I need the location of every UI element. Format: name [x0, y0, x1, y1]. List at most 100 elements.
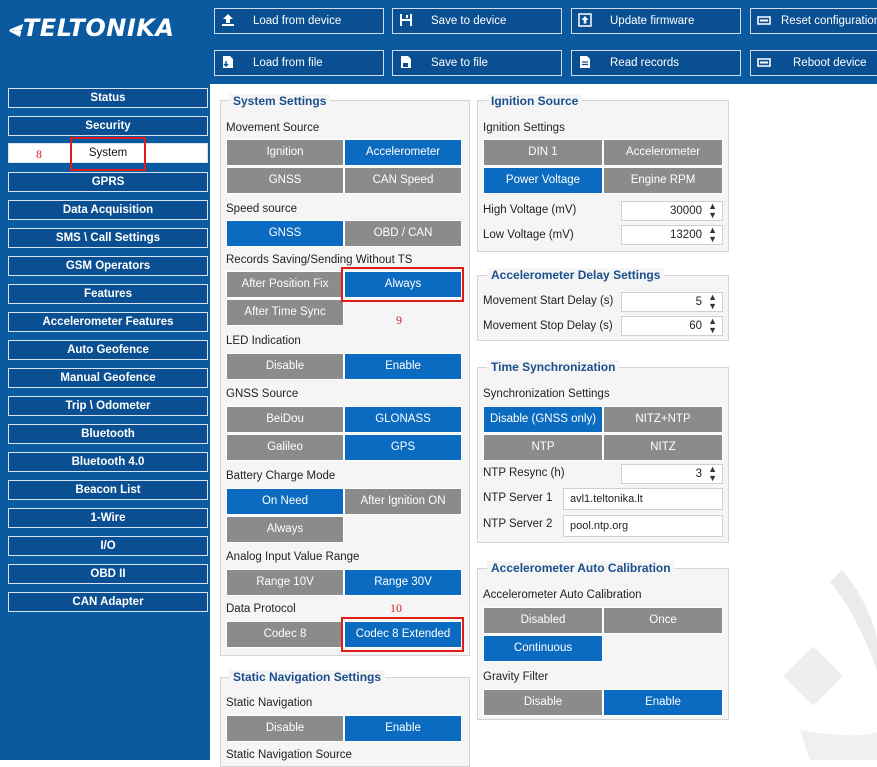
- spin-arrows-icon[interactable]: ▲ ▼: [708, 317, 717, 335]
- reset-icon: [757, 16, 771, 25]
- spin-arrows-icon[interactable]: ▲ ▼: [708, 226, 717, 244]
- protocol-codec-8[interactable]: Codec 8: [226, 621, 344, 648]
- analog-range-30v[interactable]: Range 30V: [344, 569, 462, 596]
- load-from-file-button[interactable]: Load from file: [214, 50, 384, 76]
- movement-start-delay-label: Movement Start Delay (s): [483, 295, 614, 307]
- sidebar-item-status[interactable]: Status: [8, 88, 208, 108]
- sidebar-item-security[interactable]: Security: [8, 116, 208, 136]
- battery-on-need[interactable]: On Need: [226, 488, 344, 515]
- gnss-galileo[interactable]: Galileo: [226, 434, 344, 461]
- movement-source-can-speed[interactable]: CAN Speed: [344, 167, 462, 194]
- load-from-device-label: Load from device: [253, 15, 342, 27]
- sidebar-item-bluetooth[interactable]: Bluetooth: [8, 424, 208, 444]
- calibration-continuous[interactable]: Continuous: [483, 635, 603, 662]
- high-voltage-input[interactable]: 30000 ▲ ▼: [621, 201, 723, 221]
- load-from-device-button[interactable]: Load from device: [214, 8, 384, 34]
- sidebar-item-io[interactable]: I/O: [8, 536, 208, 556]
- movement-source-gnss[interactable]: GNSS: [226, 167, 344, 194]
- annotation-box-system: [70, 137, 146, 171]
- load-from-file-label: Load from file: [253, 57, 323, 69]
- gnss-glonass[interactable]: GLONASS: [344, 406, 462, 433]
- sync-settings-label: Synchronization Settings: [483, 388, 610, 400]
- ntp-server-1-label: NTP Server 1: [483, 492, 553, 504]
- records-saving-label: Records Saving/Sending Without TS: [226, 254, 413, 266]
- analog-range-10v[interactable]: Range 10V: [226, 569, 344, 596]
- sync-disable-gnss-only[interactable]: Disable (GNSS only): [483, 406, 603, 433]
- low-voltage-value: 13200: [670, 229, 702, 241]
- battery-after-ignition-on[interactable]: After Ignition ON: [344, 488, 462, 515]
- spin-arrows-icon[interactable]: ▲ ▼: [708, 202, 717, 220]
- movement-stop-delay-input[interactable]: 60 ▲ ▼: [621, 316, 723, 336]
- file-import-icon: [223, 56, 233, 68]
- sidebar-item-1-wire[interactable]: 1-Wire: [8, 508, 208, 528]
- sidebar-item-features[interactable]: Features: [8, 284, 208, 304]
- sync-ntp[interactable]: NTP: [483, 434, 603, 461]
- led-disable[interactable]: Disable: [226, 353, 344, 380]
- annotation-box-always: [341, 267, 464, 302]
- reboot-device-button[interactable]: Reboot device: [750, 50, 877, 76]
- sidebar-item-data-acquisition[interactable]: Data Acquisition: [8, 200, 208, 220]
- ntp-resync-input[interactable]: 3 ▲ ▼: [621, 464, 723, 484]
- sync-nitz[interactable]: NITZ: [603, 434, 723, 461]
- read-records-button[interactable]: Read records: [571, 50, 741, 76]
- annotation-number-9: 9: [396, 313, 402, 327]
- system-settings-title: System Settings: [229, 94, 331, 108]
- accelerometer-delay-title: Accelerometer Delay Settings: [487, 268, 665, 282]
- ignition-accelerometer[interactable]: Accelerometer: [603, 139, 723, 166]
- sidebar-item-beacon-list[interactable]: Beacon List: [8, 480, 208, 500]
- ignition-engine-rpm[interactable]: Engine RPM: [603, 167, 723, 194]
- led-indication-label: LED Indication: [226, 335, 301, 347]
- sidebar-item-auto-geofence[interactable]: Auto Geofence: [8, 340, 208, 360]
- gnss-beidou[interactable]: BeiDou: [226, 406, 344, 433]
- movement-start-delay-input[interactable]: 5 ▲ ▼: [621, 292, 723, 312]
- save-to-file-button[interactable]: Save to file: [392, 50, 562, 76]
- battery-charge-label: Battery Charge Mode: [226, 470, 336, 482]
- reset-configuration-button[interactable]: Reset configuration: [750, 8, 877, 34]
- sidebar-item-manual-geofence[interactable]: Manual Geofence: [8, 368, 208, 388]
- movement-start-delay-value: 5: [695, 296, 702, 308]
- speed-source-label: Speed source: [226, 203, 297, 215]
- ntp-server-2-input[interactable]: pool.ntp.org: [563, 515, 723, 537]
- spin-arrows-icon[interactable]: ▲ ▼: [708, 465, 717, 483]
- reset-configuration-label: Reset configuration: [781, 15, 877, 27]
- read-records-icon: [580, 56, 590, 68]
- calibration-disabled[interactable]: Disabled: [483, 607, 603, 634]
- sync-nitz-ntp[interactable]: NITZ+NTP: [603, 406, 723, 433]
- ignition-power-voltage[interactable]: Power Voltage: [483, 167, 603, 194]
- ignition-din-1[interactable]: DIN 1: [483, 139, 603, 166]
- sidebar-item-obd-ii[interactable]: OBD II: [8, 564, 208, 584]
- static-navigation-label: Static Navigation: [226, 697, 313, 709]
- movement-stop-delay-label: Movement Stop Delay (s): [483, 320, 613, 332]
- sidebar-item-gprs[interactable]: GPRS: [8, 172, 208, 192]
- records-after-position-fix[interactable]: After Position Fix: [226, 271, 344, 298]
- update-firmware-button[interactable]: Update firmware: [571, 8, 741, 34]
- gravity-filter-enable[interactable]: Enable: [603, 689, 723, 716]
- spin-arrows-icon[interactable]: ▲ ▼: [708, 293, 717, 311]
- sidebar-item-gsm-operators[interactable]: GSM Operators: [8, 256, 208, 276]
- sidebar-item-trip-odometer[interactable]: Trip \ Odometer: [8, 396, 208, 416]
- speed-source-obd-can[interactable]: OBD / CAN: [344, 220, 462, 247]
- save-to-device-label: Save to device: [431, 15, 507, 27]
- battery-always[interactable]: Always: [226, 516, 344, 543]
- gnss-gps[interactable]: GPS: [344, 434, 462, 461]
- gravity-filter-disable[interactable]: Disable: [483, 689, 603, 716]
- high-voltage-label: High Voltage (mV): [483, 204, 577, 216]
- static-navigation-source-label: Static Navigation Source: [226, 749, 352, 761]
- sidebar-item-accelerometer-features[interactable]: Accelerometer Features: [8, 312, 208, 332]
- speed-source-gnss[interactable]: GNSS: [226, 220, 344, 247]
- save-to-device-button[interactable]: Save to device: [392, 8, 562, 34]
- sidebar-item-can-adapter[interactable]: CAN Adapter: [8, 592, 208, 612]
- sidebar-item-bluetooth-4[interactable]: Bluetooth 4.0: [8, 452, 208, 472]
- sidebar-item-sms-call-settings[interactable]: SMS \ Call Settings: [8, 228, 208, 248]
- calibration-once[interactable]: Once: [603, 607, 723, 634]
- static-nav-disable[interactable]: Disable: [226, 715, 344, 742]
- static-nav-enable[interactable]: Enable: [344, 715, 462, 742]
- accelerometer-auto-calibration-title: Accelerometer Auto Calibration: [487, 561, 675, 575]
- low-voltage-input[interactable]: 13200 ▲ ▼: [621, 225, 723, 245]
- led-enable[interactable]: Enable: [344, 353, 462, 380]
- data-protocol-label: Data Protocol: [226, 603, 296, 615]
- records-after-time-sync[interactable]: After Time Sync: [226, 299, 344, 326]
- movement-source-accelerometer[interactable]: Accelerometer: [344, 139, 462, 166]
- ntp-server-1-input[interactable]: avl1.teltonika.lt: [563, 488, 723, 510]
- movement-source-ignition[interactable]: Ignition: [226, 139, 344, 166]
